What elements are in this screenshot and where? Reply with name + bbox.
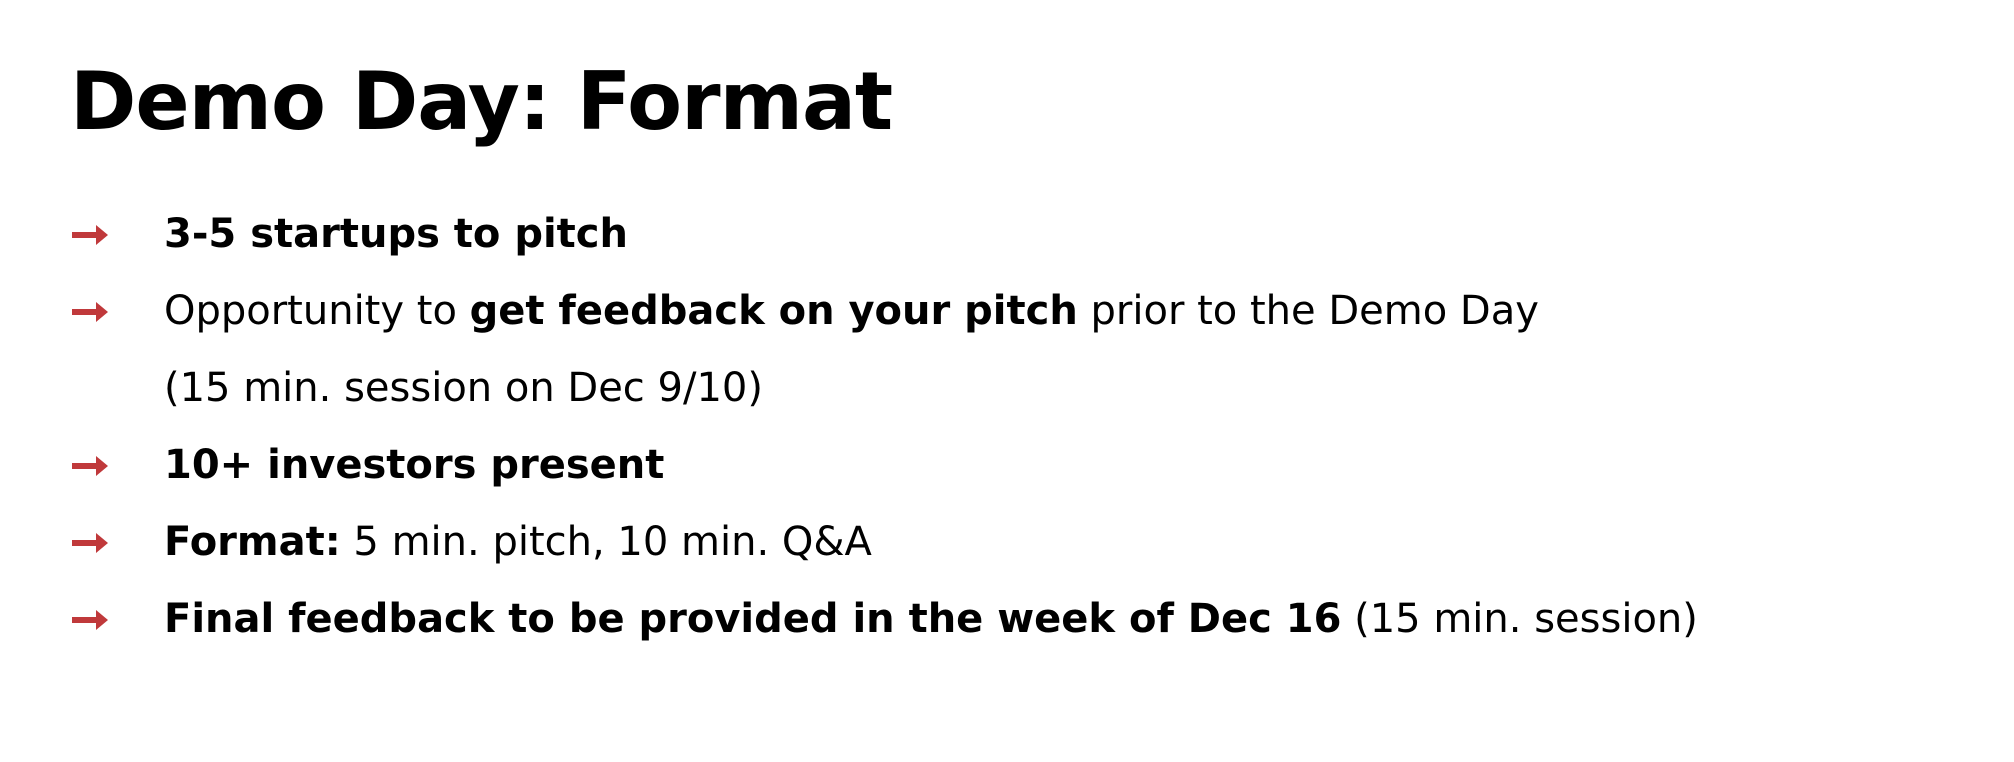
bullet-item-investors: 10+ investors present: [70, 427, 1698, 504]
bullet-text-tail: 5 min. pitch, 10 min. Q&A: [340, 519, 872, 565]
arrow-right-icon: [70, 273, 114, 350]
arrow-right-icon: [70, 581, 114, 658]
slide-title: Demo Day: Format: [70, 55, 893, 148]
bullet-text-tail: prior to the Demo Day: [1077, 288, 1539, 334]
slide: Demo Day: Format 3-5 startups to pitch O…: [0, 0, 2014, 762]
bullet-item-final-feedback: Final feedback to be provided in the wee…: [70, 581, 1698, 658]
bullet-item-startups: 3-5 startups to pitch: [70, 196, 1698, 273]
arrow-right-icon: [70, 196, 114, 273]
arrow-right-icon: [70, 504, 114, 581]
arrow-right-icon: [70, 427, 114, 504]
bullet-line-2: (15 min. session on Dec 9/10): [164, 365, 763, 411]
bullet-text-bold: 3-5 startups to pitch: [164, 211, 628, 257]
bullet-text-tail: (15 min. session): [1341, 596, 1698, 642]
bullet-list: 3-5 startups to pitch Opportunity to get…: [70, 196, 1698, 658]
bullet-text-bold: Final feedback to be provided in the wee…: [164, 596, 1342, 642]
bullet-text-bold: 10+ investors present: [164, 442, 665, 488]
bullet-text-bold: get feedback on your pitch: [469, 288, 1078, 334]
bullet-text-bold: Format:: [164, 519, 341, 565]
bullet-line-1: Opportunity to get feedback on your pitc…: [164, 273, 1698, 350]
bullet-item-feedback: Opportunity to get feedback on your pitc…: [70, 273, 1698, 427]
bullet-text-lead: Opportunity to: [164, 288, 470, 334]
bullet-item-format: Format: 5 min. pitch, 10 min. Q&A: [70, 504, 1698, 581]
